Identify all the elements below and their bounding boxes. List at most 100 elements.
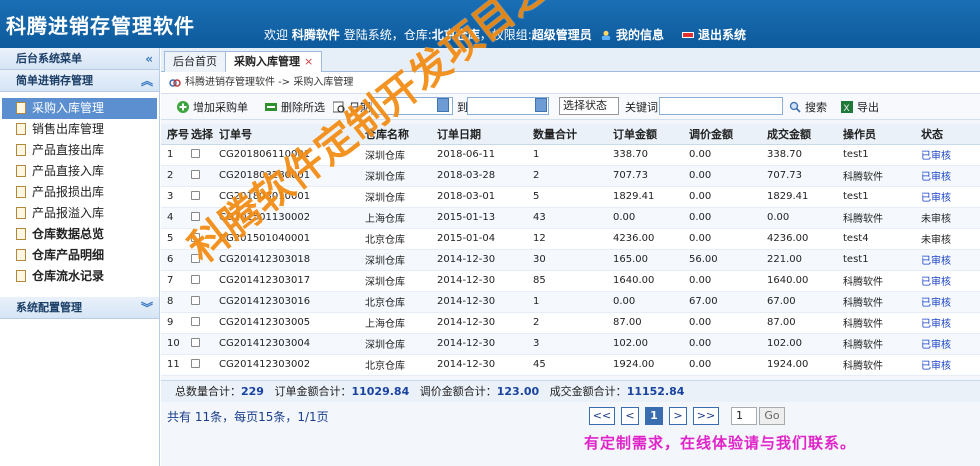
totals-summary: 总数量合计：229 订单金额合计：11029.84 调价金额合计：123.00 … (161, 380, 980, 402)
quantity-cell: 30 (527, 249, 607, 271)
first-page-button[interactable]: << (589, 407, 615, 425)
sidebar-section-inventory[interactable]: 简单进销存管理 ︽ (0, 70, 159, 92)
deal-amount-cell: 338.70 (761, 144, 837, 166)
order-amount-cell: 338.70 (607, 144, 683, 166)
sidebar-item-direct-out[interactable]: 产品直接出库 (0, 140, 159, 161)
table-row[interactable]: 8 CG201412303016 北京仓库 2014-12-30 1 0.00 67.00 6… (161, 291, 980, 313)
warehouse-name-cell: 北京仓库 (359, 228, 431, 250)
deal-amount-cell: 707.73 (761, 165, 837, 187)
page-number-input[interactable]: 1 (731, 407, 757, 425)
export-button[interactable]: X 导出 (841, 99, 879, 115)
row-index-cell: 11 (161, 354, 185, 376)
table-row[interactable]: 9 CG201412303005 上海仓库 2014-12-30 2 87.00 0.00 8… (161, 312, 980, 334)
next-page-button[interactable]: > (669, 407, 687, 425)
status-cell[interactable]: 未审核 (915, 207, 980, 229)
status-select[interactable]: 选择状态 (559, 97, 619, 115)
table-row[interactable]: 6 CG201412303018 深圳仓库 2014-12-30 30 165.00 56.… (161, 249, 980, 271)
row-checkbox[interactable] (191, 274, 200, 284)
prev-page-button[interactable]: < (621, 407, 639, 425)
status-cell[interactable]: 已审核 (915, 165, 980, 187)
plus-icon (177, 101, 189, 113)
row-checkbox[interactable] (191, 316, 200, 326)
row-checkbox[interactable] (191, 169, 200, 179)
row-checkbox[interactable] (191, 337, 200, 347)
search-icon (789, 101, 801, 113)
column-header: 订单金额 (607, 124, 683, 145)
chevron-down-icon[interactable]: ︾ (141, 297, 153, 319)
sidebar-section-config[interactable]: 系统配置管理 ︾ (0, 297, 159, 319)
tab-purchase-in[interactable]: 采购入库管理 × (225, 51, 323, 73)
quantity-cell: 45 (527, 354, 607, 376)
sidebar-item-sales-out[interactable]: 销售出库管理 (0, 119, 159, 140)
chevron-up-icon[interactable]: ︽ (141, 70, 153, 92)
tab-home[interactable]: 后台首页 (164, 51, 226, 72)
deal-amount-cell: 1829.41 (761, 186, 837, 208)
operator-cell: 科腾软件 (837, 270, 915, 292)
adjust-amount-cell: 0.00 (683, 312, 761, 334)
status-cell[interactable]: 已审核 (915, 249, 980, 271)
add-order-button[interactable]: 增加采购单 (177, 99, 248, 115)
search-button[interactable]: 搜索 (789, 99, 827, 115)
order-amount-cell: 87.00 (607, 312, 683, 334)
sidebar-item-overflow-in[interactable]: 产品报溢入库 (0, 203, 159, 224)
my-info-link[interactable]: 我的信息 (600, 26, 664, 43)
table-row[interactable]: 10 CG201412303004 深圳仓库 2014-12-30 3 102.00 0.0… (161, 333, 980, 355)
column-header: 选择 (185, 124, 213, 145)
collapse-sidebar-icon[interactable]: « (145, 48, 153, 70)
document-icon (16, 102, 26, 114)
start-date-calendar-icon[interactable] (437, 98, 449, 112)
row-checkbox[interactable] (191, 295, 200, 305)
sidebar-item-direct-in[interactable]: 产品直接入库 (0, 161, 159, 182)
quantity-cell: 3 (527, 333, 607, 355)
last-page-button[interactable]: >> (693, 407, 719, 425)
delete-selected-button[interactable]: 删除所选 (265, 99, 325, 115)
current-page-button[interactable]: 1 (645, 407, 663, 425)
deal-amount-cell: 0.00 (761, 207, 837, 229)
status-cell[interactable]: 未审核 (915, 228, 980, 250)
sidebar-title[interactable]: 后台系统菜单 « (0, 48, 159, 70)
sidebar-menu: 采购入库管理 销售出库管理 产品直接出库 产品直接入库 产品报损出库 产品报溢入… (0, 92, 159, 287)
go-button[interactable]: Go (759, 407, 785, 425)
sidebar-item-product-detail[interactable]: 仓库产品明细 (0, 245, 159, 266)
order-number-cell: CG201412303016 (213, 291, 359, 313)
row-checkbox[interactable] (191, 148, 200, 158)
operator-cell: 科腾软件 (837, 207, 915, 229)
order-amount-cell: 1924.00 (607, 354, 683, 376)
order-date-cell: 2018-03-01 (431, 186, 527, 208)
status-cell[interactable]: 已审核 (915, 270, 980, 292)
table-row[interactable]: 5 CG201501040001 北京仓库 2015-01-04 12 4236.00 0.… (161, 228, 980, 250)
warehouse-name-cell: 深圳仓库 (359, 186, 431, 208)
operator-cell: 科腾软件 (837, 354, 915, 376)
column-header: 操作员 (837, 124, 915, 145)
sidebar-item-overview[interactable]: 仓库数据总览 (0, 224, 159, 245)
order-date-cell: 2014-12-30 (431, 270, 527, 292)
status-cell[interactable]: 已审核 (915, 144, 980, 166)
row-checkbox[interactable] (191, 358, 200, 368)
row-checkbox[interactable] (191, 190, 200, 200)
logout-link[interactable]: 退出系统 (682, 26, 746, 43)
table-row[interactable]: 7 CG201412303017 深圳仓库 2014-12-30 85 1640.00 0.… (161, 270, 980, 292)
status-cell[interactable]: 已审核 (915, 312, 980, 334)
operator-cell: test1 (837, 144, 915, 166)
status-cell[interactable]: 已审核 (915, 333, 980, 355)
close-tab-icon[interactable]: × (304, 55, 313, 68)
order-date-cell: 2015-01-04 (431, 228, 527, 250)
quantity-cell: 43 (527, 207, 607, 229)
adjust-amount-cell: 67.00 (683, 291, 761, 313)
column-header: 状态 (915, 124, 980, 145)
end-date-calendar-icon[interactable] (535, 98, 547, 112)
status-cell[interactable]: 已审核 (915, 291, 980, 313)
sidebar-item-purchase-in[interactable]: 采购入库管理 (2, 98, 157, 119)
status-cell[interactable]: 已审核 (915, 354, 980, 376)
table-row[interactable]: 11 CG201412303002 北京仓库 2014-12-30 45 1924.00 0… (161, 354, 980, 376)
status-cell[interactable]: 已审核 (915, 186, 980, 208)
app-logo: 科腾进销存管理软件 (6, 14, 195, 38)
sidebar-item-flow-records[interactable]: 仓库流水记录 (0, 266, 159, 287)
toolbar: 增加采购单 删除所选 日期: 到 选择状态 关键词: 搜索 X 导出 (161, 94, 980, 120)
order-amount-cell: 0.00 (607, 291, 683, 313)
warehouse-name-cell: 深圳仓库 (359, 249, 431, 271)
keyword-input[interactable] (659, 97, 783, 115)
tab-bar: 后台首页 采购入库管理 × (161, 48, 980, 73)
promo-text: 有定制需求，在线体验请与我们联系。 (584, 434, 857, 452)
sidebar-item-loss-out[interactable]: 产品报损出库 (0, 182, 159, 203)
